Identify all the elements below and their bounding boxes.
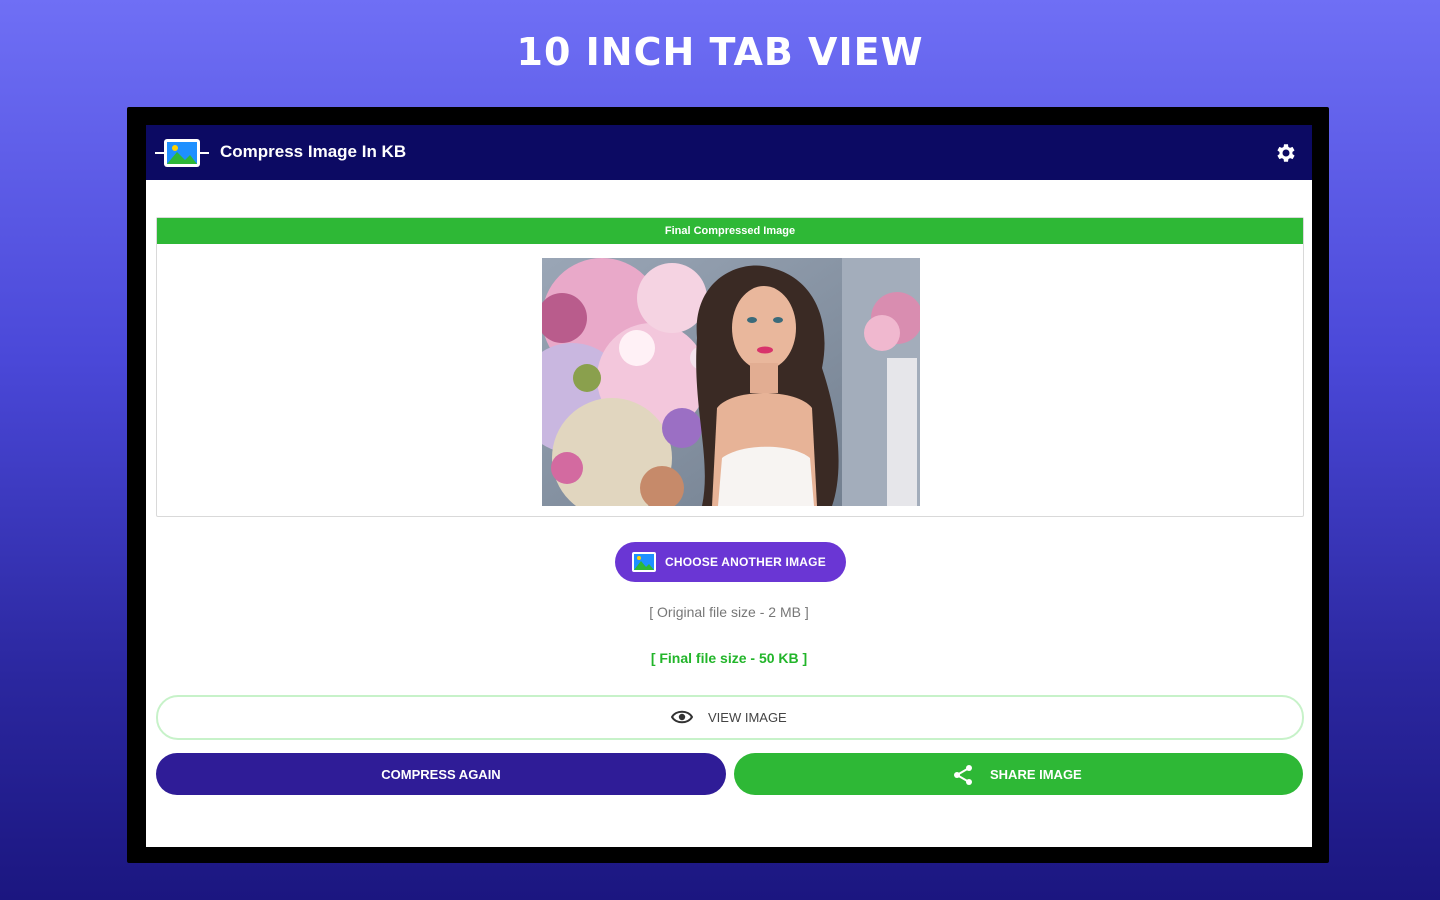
gear-icon[interactable] (1274, 141, 1298, 165)
compressed-image-preview (542, 258, 920, 506)
image-icon (632, 552, 656, 572)
final-file-size: [ Final file size - 50 KB ] (650, 650, 808, 666)
image-compress-icon (155, 139, 209, 167)
view-image-label: VIEW IMAGE (708, 710, 787, 725)
choose-another-image-button[interactable]: CHOOSE ANOTHER IMAGE (615, 542, 846, 582)
app-screen: Compress Image In KB Final Compressed Im… (146, 125, 1312, 847)
promo-title: 10 INCH TAB VIEW (516, 30, 924, 74)
original-file-size: [ Original file size - 2 MB ] (649, 604, 809, 620)
share-image-button[interactable]: SHARE IMAGE (734, 753, 1303, 795)
compressed-image-card: Final Compressed Image (156, 217, 1304, 517)
choose-another-image-label: CHOOSE ANOTHER IMAGE (665, 555, 826, 569)
compress-again-label: COMPRESS AGAIN (381, 767, 501, 782)
compress-again-button[interactable]: COMPRESS AGAIN (156, 753, 726, 795)
tablet-frame: Compress Image In KB Final Compressed Im… (127, 107, 1329, 863)
share-image-label: SHARE IMAGE (990, 767, 1082, 782)
card-header: Final Compressed Image (157, 218, 1303, 244)
eye-icon (671, 710, 693, 724)
view-image-button[interactable]: VIEW IMAGE (156, 695, 1304, 740)
share-icon (954, 765, 972, 785)
app-bar: Compress Image In KB (146, 125, 1312, 180)
app-title: Compress Image In KB (220, 142, 407, 161)
